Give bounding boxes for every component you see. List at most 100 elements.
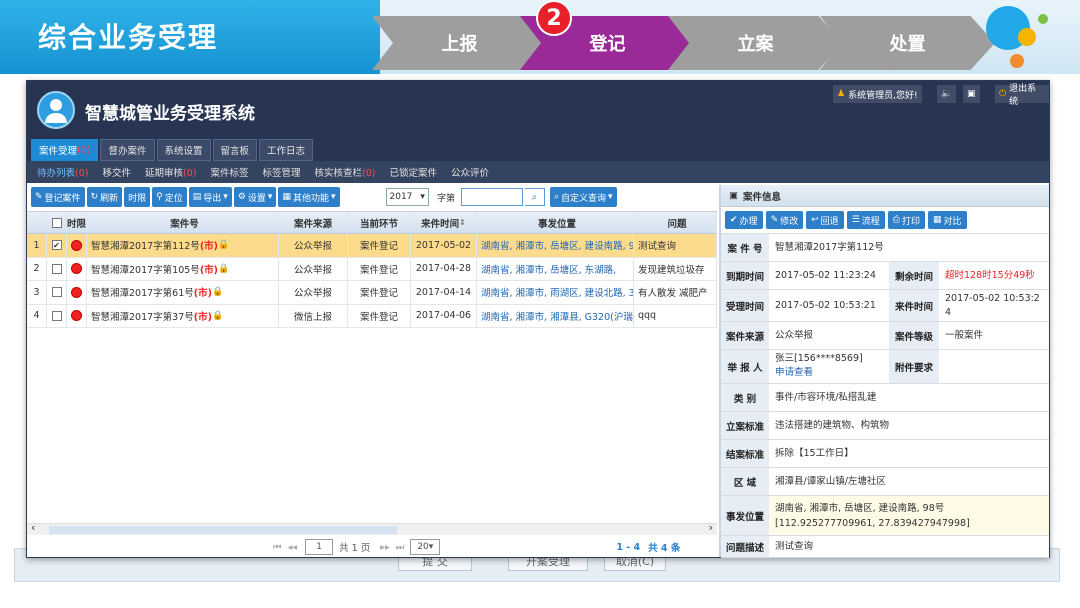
sub-item-count: (0): [75, 168, 89, 179]
row-issue: qqq: [634, 304, 717, 327]
header-issue[interactable]: 问题: [634, 212, 717, 233]
scrollbar-thumb[interactable]: [49, 526, 397, 534]
table-row[interactable]: 4 智慧湘潭2017字第37号 (市) 🔒 微信上报 案件登记 2017-04-06 湖南省,…: [27, 304, 717, 328]
view-reporter-link[interactable]: 申请查看: [775, 366, 813, 380]
dropdown-icon: ▾: [267, 192, 273, 202]
time-limit-button[interactable]: 时限: [124, 187, 151, 207]
row-source: 公众举报: [279, 257, 348, 280]
row-index: 1: [27, 234, 47, 257]
row-select[interactable]: [47, 304, 67, 327]
table-row[interactable]: 1 ✔ 智慧湘潭2017字第112号 (市) 🔒 公众举报 案件登记 2017-05-02 湖南…: [27, 234, 717, 258]
header-case-no[interactable]: 案件号: [87, 212, 279, 233]
sub-item-delay[interactable]: 延期审核(0): [145, 165, 196, 179]
page-size-value: 20: [417, 542, 429, 552]
refresh-button[interactable]: ↻ 刷新: [86, 187, 123, 207]
sub-item-tag-manage[interactable]: 标签管理: [263, 165, 301, 179]
sound-icon[interactable]: 🔈: [937, 85, 957, 103]
case-info-panel: ▣ 案件信息 ✔ 办理 ✎ 修改 ↩ 回退 ☰ 流程 ⎙ 打印 ▦ 对比 案 件 号 智慧湘潭…: [719, 185, 1049, 558]
info-row: 案 件 号 智慧湘潭2017字第112号: [721, 234, 1049, 262]
header-incoming-time[interactable]: 来件时间 ⇕: [411, 212, 477, 233]
year-select[interactable]: 2017 ▾: [385, 188, 429, 206]
compare-button[interactable]: ▦ 对比: [928, 211, 967, 229]
row-case-no[interactable]: 智慧湘潭2017字第61号 (市) 🔒: [87, 281, 279, 304]
scroll-right-icon[interactable]: ›: [709, 521, 713, 534]
first-page-icon[interactable]: ⏮: [273, 542, 282, 553]
tab-message-board[interactable]: 留言板: [212, 139, 258, 161]
window-icon[interactable]: ▣: [963, 85, 980, 103]
edit-button[interactable]: ✎ 修改: [765, 211, 804, 229]
last-page-icon[interactable]: ⏭: [396, 542, 405, 553]
tab-supervise[interactable]: 督办案件: [100, 139, 155, 161]
sort-icon: ⇕: [459, 218, 466, 227]
other-functions-button[interactable]: ▦ 其他功能 ▾: [278, 187, 340, 207]
logout-button[interactable]: ⏻ 退出系统: [995, 84, 1049, 107]
row-checkbox[interactable]: [51, 310, 62, 321]
level-value: 一般案件: [945, 329, 984, 341]
header-location[interactable]: 事发位置: [477, 212, 634, 233]
sub-item-evaluation[interactable]: 公众评价: [451, 165, 489, 179]
row-checkbox[interactable]: ✔: [51, 240, 62, 251]
power-icon: ⏻: [999, 89, 1007, 99]
row-source: 公众举报: [279, 281, 348, 304]
horizontal-scrollbar[interactable]: ‹ ›: [27, 521, 717, 535]
row-case-no[interactable]: 智慧湘潭2017字第105号 (市) 🔒: [87, 257, 279, 280]
sub-item-transfer[interactable]: 移交件: [102, 165, 131, 179]
handle-button[interactable]: ✔ 办理: [725, 211, 763, 229]
locate-button[interactable]: ⚲ 定位: [152, 187, 187, 207]
sub-item-count: (0): [183, 168, 197, 179]
chevron-down-icon: ▾: [428, 542, 434, 552]
info-row: 到期时间 2017-05-02 11:23:24 剩余时间 超时128时15分4…: [721, 262, 1049, 290]
next-page-icon[interactable]: ▸▸: [380, 542, 390, 553]
row-select[interactable]: [47, 257, 67, 280]
compare-label: 对比: [943, 216, 962, 227]
row-select[interactable]: [47, 281, 67, 304]
sub-item-label: 待办列表: [37, 168, 76, 179]
category-value: 事件/市容环境/私搭乱建: [775, 391, 877, 403]
sub-item-todo[interactable]: 待办列表(0): [37, 165, 88, 179]
header-source[interactable]: 案件来源: [279, 212, 348, 233]
table-row[interactable]: 2 智慧湘潭2017字第105号 (市) 🔒 公众举报 案件登记 2017-04-28 湖南省…: [27, 257, 717, 281]
search-icon: ⌕: [553, 192, 559, 202]
panel-actions: ✔ 办理 ✎ 修改 ↩ 回退 ☰ 流程 ⎙ 打印 ▦ 对比: [721, 207, 1049, 233]
tab-work-log[interactable]: 工作日志: [259, 139, 314, 161]
handle-label: 办理: [739, 216, 758, 227]
tab-settings[interactable]: 系统设置: [156, 139, 211, 161]
sub-item-verify[interactable]: 核实核查栏(0): [315, 165, 376, 179]
header-select-all[interactable]: [47, 212, 67, 233]
flow-button[interactable]: ☰ 流程: [846, 211, 885, 229]
app-title: 智慧城管业务受理系统: [85, 104, 255, 124]
settings-button[interactable]: ⚙ 设置 ▾: [233, 187, 277, 207]
refresh-label: 刷新: [100, 193, 119, 204]
search-icon[interactable]: ⌕: [524, 188, 545, 206]
row-case-no[interactable]: 智慧湘潭2017字第37号 (市) 🔒: [87, 304, 279, 327]
case-number-input[interactable]: [460, 188, 523, 206]
page-size-select[interactable]: 20 ▾: [410, 539, 441, 555]
row-checkbox[interactable]: [51, 263, 62, 274]
print-button[interactable]: ⎙ 打印: [887, 211, 925, 229]
info-row: 案件来源 公众举报 案件等级 一般案件: [721, 322, 1049, 350]
register-case-button[interactable]: ✎ 登记案件: [31, 187, 85, 207]
prev-page-icon[interactable]: ◂◂: [288, 542, 298, 553]
row-stage: 案件登记: [348, 234, 411, 257]
sub-item-locked[interactable]: 已锁定案件: [390, 165, 438, 179]
page-input[interactable]: 1: [305, 539, 334, 555]
tab-case-accept[interactable]: 案件受理 (0): [31, 139, 99, 161]
custom-query-button[interactable]: ⌕ 自定义查询 ▾: [549, 187, 617, 207]
alarm-pin-icon: [72, 264, 81, 274]
export-button[interactable]: ▤ 导出 ▾: [188, 187, 232, 207]
area-value: 湘潭县/谭家山镇/左塘社区: [775, 475, 886, 487]
table-body: 1 ✔ 智慧湘潭2017字第112号 (市) 🔒 公众举报 案件登记 2017-05-02 湖南…: [27, 234, 717, 328]
rollback-button[interactable]: ↩ 回退: [806, 211, 844, 229]
sub-item-case-tags[interactable]: 案件标签: [210, 165, 248, 179]
row-select[interactable]: ✔: [47, 234, 67, 257]
header-stage[interactable]: 当前环节: [348, 212, 411, 233]
table-row[interactable]: 3 智慧湘潭2017字第61号 (市) 🔒 公众举报 案件登记 2017-04-14 湖南省,…: [27, 281, 717, 305]
scroll-left-icon[interactable]: ‹: [31, 521, 35, 534]
row-case-no[interactable]: 智慧湘潭2017字第112号 (市) 🔒: [87, 234, 279, 257]
city-tag: (市): [199, 241, 218, 253]
select-all-checkbox[interactable]: [51, 217, 62, 228]
header-time-limit[interactable]: 时限: [67, 212, 87, 233]
user-greeting[interactable]: ♟ 系统管理员,您好!: [833, 85, 922, 103]
pencil-icon: ✎: [770, 215, 779, 225]
row-checkbox[interactable]: [51, 287, 62, 298]
